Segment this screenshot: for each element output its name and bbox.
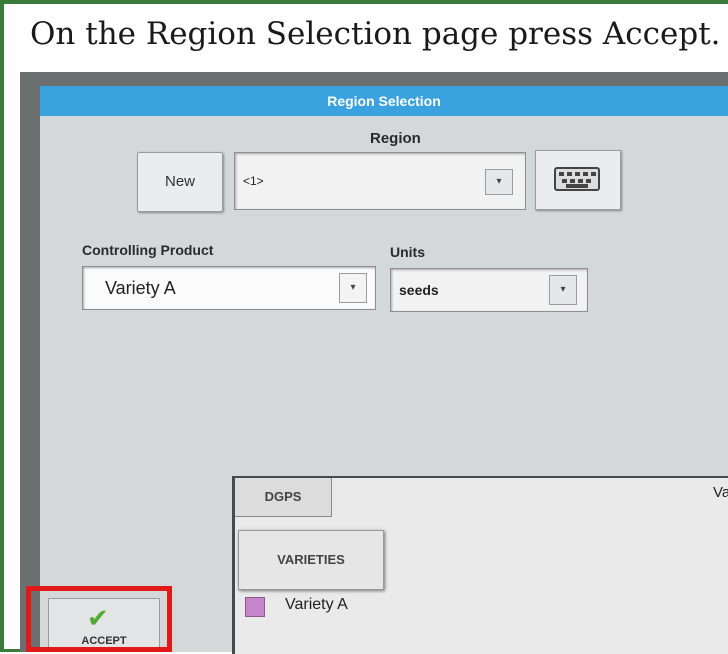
region-label: Region [370, 130, 421, 147]
controlling-product-value: Variety A [105, 278, 176, 298]
varieties-overlay-panel: DGPS Varie VARIETIES Variety A [232, 476, 728, 654]
controlling-product-dropdown[interactable]: Variety A ▾ [82, 266, 376, 310]
variety-legend-label: Variety A [285, 596, 348, 613]
chevron-down-icon[interactable]: ▾ [549, 275, 577, 305]
chevron-down-icon[interactable]: ▾ [339, 273, 367, 303]
units-dropdown[interactable]: seeds ▾ [390, 268, 588, 312]
instruction-text: On the Region Selection page press Accep… [30, 16, 721, 52]
keyboard-button[interactable] [535, 150, 621, 210]
accept-highlight-box [26, 586, 172, 652]
variety-header-text: Varie [713, 484, 728, 501]
units-label: Units [390, 244, 425, 260]
tab-dgps[interactable]: DGPS [235, 478, 332, 517]
varieties-button[interactable]: VARIETIES [238, 530, 384, 590]
dialog-title: Region Selection [40, 86, 728, 116]
controlling-product-label: Controlling Product [82, 242, 214, 258]
region-value: <1> [243, 174, 264, 188]
units-value: seeds [399, 282, 439, 298]
keyboard-icon [554, 167, 600, 191]
variety-color-swatch [245, 597, 265, 617]
chevron-down-icon[interactable]: ▾ [485, 169, 513, 195]
region-dropdown[interactable]: <1> ▾ [234, 152, 526, 210]
new-button[interactable]: New [137, 152, 223, 212]
